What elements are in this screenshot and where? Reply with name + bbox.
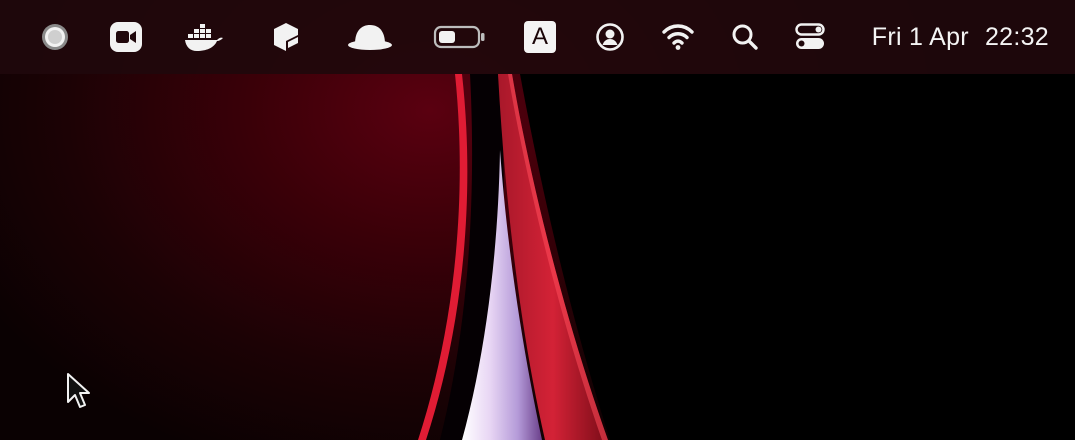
mouse-pointer-icon: [66, 372, 92, 415]
spotlight-search-icon[interactable]: [730, 18, 760, 56]
menu-bar-clock[interactable]: Fri 1 Apr 22:32: [872, 20, 1049, 54]
zoom-icon[interactable]: [108, 18, 144, 56]
docker-icon[interactable]: [184, 18, 224, 56]
record-indicator-icon[interactable]: [38, 18, 72, 56]
clock-time: 22:32: [984, 22, 1049, 51]
desktop: A Fri 1 Apr 22:32: [0, 0, 1075, 440]
battery-icon[interactable]: [432, 18, 488, 56]
input-source-icon[interactable]: A: [523, 18, 557, 56]
wifi-icon[interactable]: [660, 18, 696, 56]
app-cube-icon[interactable]: [268, 18, 304, 56]
user-account-icon[interactable]: [594, 18, 626, 56]
input-source-label: A: [524, 21, 556, 53]
control-center-icon[interactable]: [794, 18, 826, 56]
bowler-hat-icon[interactable]: [346, 18, 394, 56]
menu-bar: A Fri 1 Apr 22:32: [0, 0, 1075, 74]
clock-date: Fri 1 Apr: [871, 22, 969, 51]
